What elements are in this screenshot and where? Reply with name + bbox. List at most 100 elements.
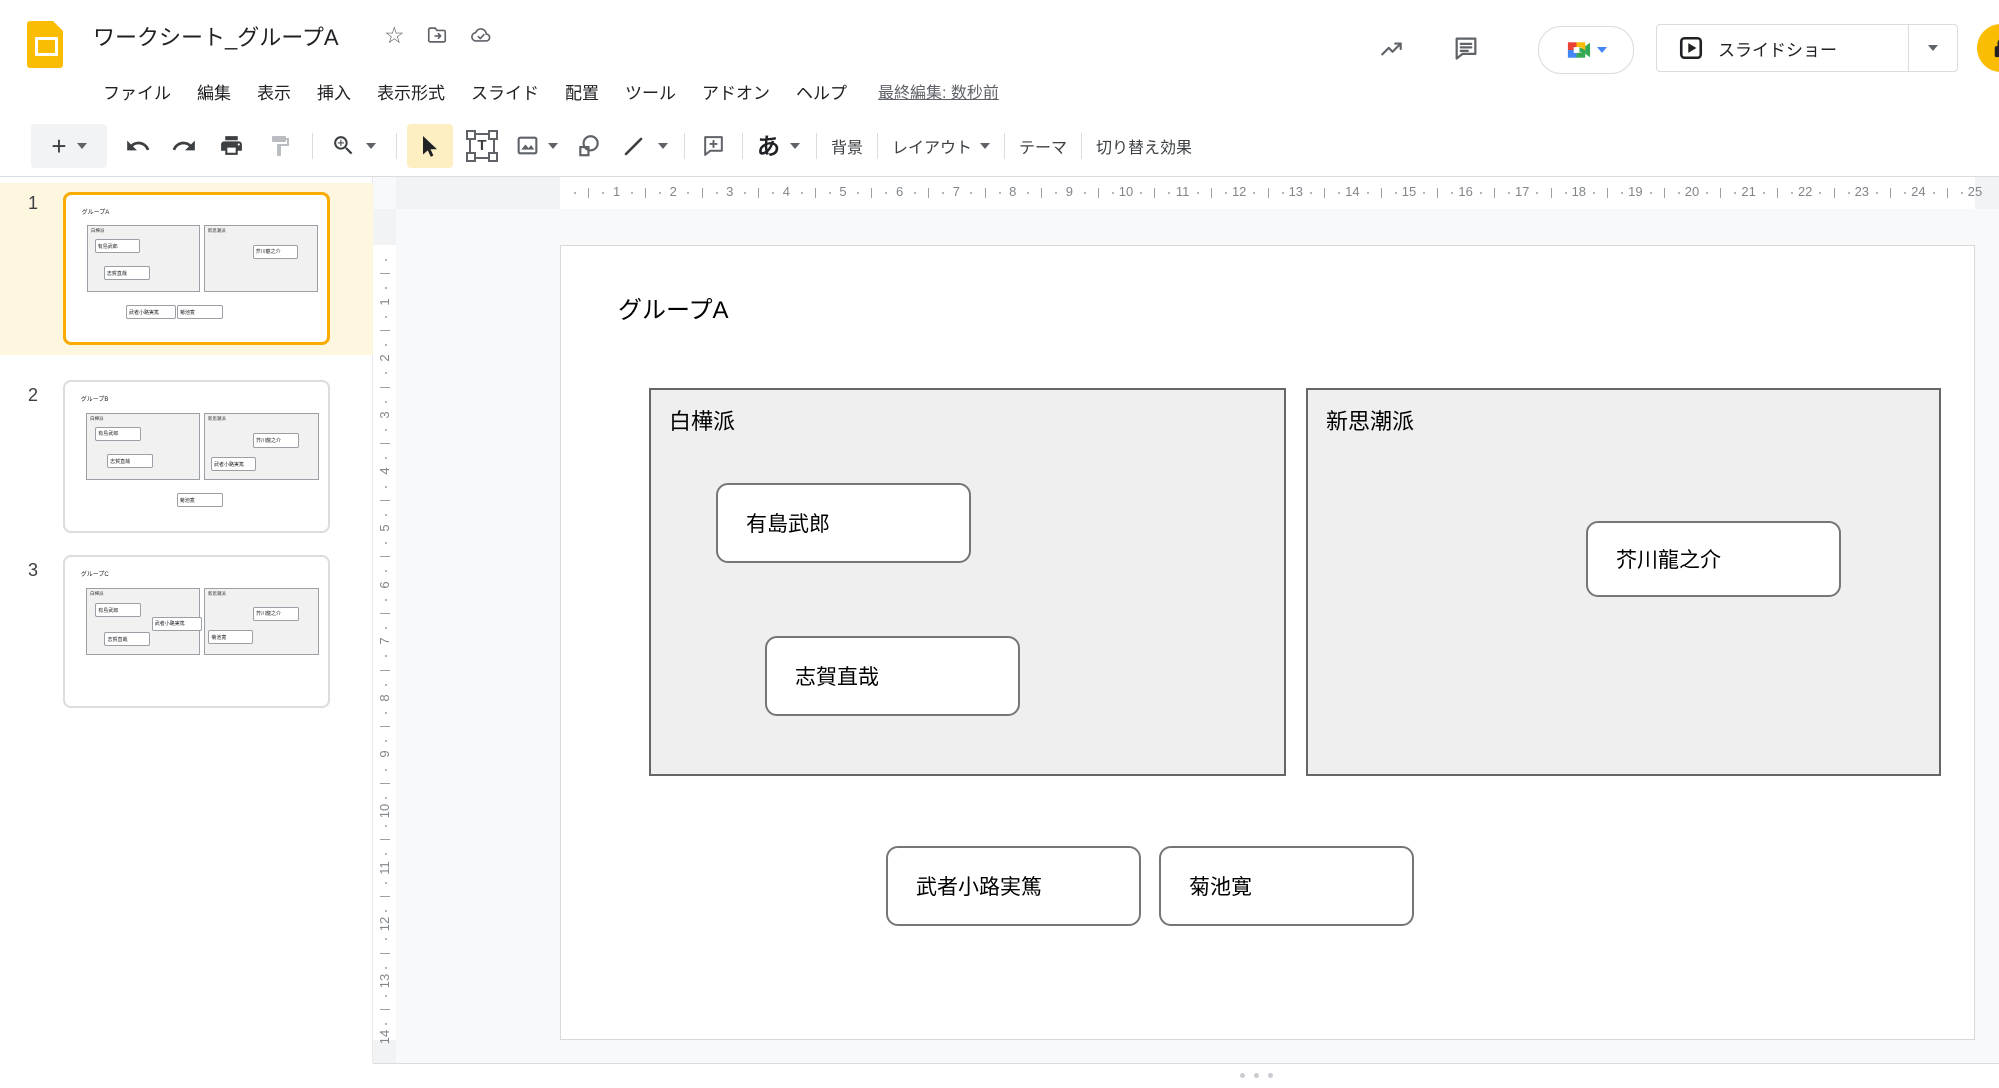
menu-edit[interactable]: 編集 xyxy=(184,79,244,104)
ruler-tick xyxy=(1197,192,1199,194)
star-icon[interactable]: ☆ xyxy=(384,24,405,46)
input-tools-button[interactable]: あ xyxy=(757,134,780,158)
ruler-tick xyxy=(1423,192,1425,194)
ruler-number: 10 xyxy=(377,800,392,823)
menu-slide[interactable]: スライド xyxy=(458,79,552,104)
ruler-tick xyxy=(631,192,633,194)
ruler-tick xyxy=(385,938,387,940)
menu-help[interactable]: ヘルプ xyxy=(783,79,860,104)
ruler-number: 23 xyxy=(1855,184,1869,199)
ruler-tick xyxy=(928,188,929,198)
group-label[interactable]: 白樺派 xyxy=(669,404,735,436)
ruler-tick xyxy=(1551,188,1552,198)
undo-button[interactable] xyxy=(125,133,151,159)
current-slide[interactable]: グループA 白樺派 有島武郎 志賀直哉 新思潮派 芥川龍之介 武者小路実篤 菊池… xyxy=(560,245,1975,1040)
paint-format-button[interactable] xyxy=(268,134,292,158)
comment-history-icon[interactable] xyxy=(1452,34,1480,62)
slide-thumbnail-2[interactable]: グループB 白樺派 新思潮派 有島武郎 志賀直哉 芥川龍之介 武者小路実篤 菊池… xyxy=(63,380,330,533)
transition-button[interactable]: 切り替え効果 xyxy=(1096,134,1192,158)
menu-tools[interactable]: ツール xyxy=(612,79,689,104)
menu-arrange[interactable]: 配置 xyxy=(552,79,612,104)
last-edited-link[interactable]: 最終編集: 数秒前 xyxy=(878,79,999,103)
chevron-down-icon[interactable] xyxy=(548,143,558,149)
activity-dashboard-icon[interactable] xyxy=(1378,36,1406,64)
ruler-tick xyxy=(1947,188,1948,198)
menu-addons[interactable]: アドオン xyxy=(689,79,783,104)
slides-logo-icon[interactable] xyxy=(27,21,63,68)
ruler-tick xyxy=(914,192,916,194)
mini-name-box: 有島武郎 xyxy=(95,603,141,617)
horizontal-ruler: 1234567891011121314151617181920212223242… xyxy=(396,177,1999,209)
ruler-number: 13 xyxy=(377,969,392,992)
ruler-number: 3 xyxy=(726,184,733,199)
group-label[interactable]: 新思潮派 xyxy=(1326,404,1414,436)
menu-file[interactable]: ファイル xyxy=(90,79,184,104)
ruler-tick xyxy=(1890,188,1891,198)
slide-canvas[interactable]: グループA 白樺派 有島武郎 志賀直哉 新思潮派 芥川龍之介 武者小路実篤 菊池… xyxy=(396,209,1999,1063)
layout-button[interactable]: レイアウト xyxy=(892,134,990,158)
notes-resize-handle[interactable] xyxy=(1240,1073,1273,1078)
insert-comment-button[interactable] xyxy=(701,133,726,158)
insert-shape-button[interactable] xyxy=(576,133,602,159)
ruler-tick xyxy=(380,387,390,388)
name-box-shiga[interactable]: 志賀直哉 xyxy=(765,636,1020,716)
select-tool-button[interactable] xyxy=(407,124,453,168)
mini-group-box: 白樺派 xyxy=(87,225,200,292)
ruler-tick xyxy=(602,192,604,194)
menu-view[interactable]: 表示 xyxy=(244,79,304,104)
group-box-shinshicho[interactable]: 新思潮派 芥川龍之介 xyxy=(1306,388,1941,776)
menu-insert[interactable]: 挿入 xyxy=(304,79,364,104)
ruler-tick xyxy=(1664,188,1665,198)
new-slide-button[interactable]: + xyxy=(31,124,107,168)
ruler-tick xyxy=(385,372,387,374)
ruler-tick xyxy=(380,330,390,331)
ruler-tick xyxy=(1154,188,1155,198)
ruler-number: 19 xyxy=(1628,184,1642,199)
zoom-button[interactable] xyxy=(331,133,356,158)
name-box-akutagawa[interactable]: 芥川龍之介 xyxy=(1586,521,1841,597)
insert-image-button[interactable] xyxy=(515,133,540,158)
ruler-number: 17 xyxy=(1515,184,1529,199)
ruler-tick xyxy=(1621,192,1623,194)
ruler-corner xyxy=(373,177,396,209)
menu-format[interactable]: 表示形式 xyxy=(364,79,458,104)
ruler-tick xyxy=(385,684,387,686)
slide-title-text[interactable]: グループA xyxy=(618,290,729,325)
slide-number: 3 xyxy=(28,560,38,581)
group-box-shirakaba[interactable]: 白樺派 有島武郎 志賀直哉 xyxy=(649,388,1286,776)
cloud-saved-icon[interactable] xyxy=(469,24,493,46)
share-button[interactable] xyxy=(1977,24,1999,72)
redo-button[interactable] xyxy=(171,133,197,159)
chevron-down-icon[interactable] xyxy=(658,143,668,149)
slide-number: 2 xyxy=(28,385,38,406)
toolbar-separator xyxy=(312,133,313,159)
ruler-tick xyxy=(1848,192,1850,194)
ruler-number: 21 xyxy=(1741,184,1755,199)
chevron-down-icon[interactable] xyxy=(790,143,800,149)
document-title[interactable]: ワークシート_グループA xyxy=(93,20,339,52)
insert-line-button[interactable] xyxy=(622,134,646,158)
v-ruler-track: 1234567891011121314 xyxy=(373,245,396,1040)
slideshow-options-button[interactable] xyxy=(1908,25,1957,71)
ruler-tick xyxy=(1607,188,1608,198)
toolbar-separator xyxy=(742,133,743,159)
mini-name-box: 志賀直哉 xyxy=(107,454,153,468)
move-folder-icon[interactable] xyxy=(426,24,448,46)
name-box-arishima[interactable]: 有島武郎 xyxy=(716,483,971,563)
name-box-kikuchi[interactable]: 菊池寛 xyxy=(1159,846,1414,926)
chevron-down-icon[interactable] xyxy=(77,143,87,149)
theme-button[interactable]: テーマ xyxy=(1019,134,1067,158)
print-button[interactable] xyxy=(219,133,244,158)
name-box-mushakoji[interactable]: 武者小路実篤 xyxy=(886,846,1141,926)
meet-join-button[interactable] xyxy=(1538,26,1634,74)
background-button[interactable]: 背景 xyxy=(831,134,863,158)
text-box-button[interactable]: T xyxy=(469,133,495,159)
ruler-tick xyxy=(1168,192,1170,194)
slide-thumbnail-3[interactable]: グループC 白樺派 新思潮派 有島武郎 武者小路実篤 志賀直哉 芥川龍之介 菊池… xyxy=(63,555,330,708)
slideshow-button[interactable]: スライドショー xyxy=(1656,24,1958,72)
chevron-down-icon[interactable] xyxy=(366,143,376,149)
ruler-tick xyxy=(380,613,390,614)
ruler-number: 20 xyxy=(1685,184,1699,199)
slide-thumbnail-1[interactable]: グループA 白樺派 新思潮派 有島武郎 志賀直哉 芥川龍之介 武者小路実篤 菊池… xyxy=(63,192,330,345)
toolbar-separator xyxy=(396,133,397,159)
